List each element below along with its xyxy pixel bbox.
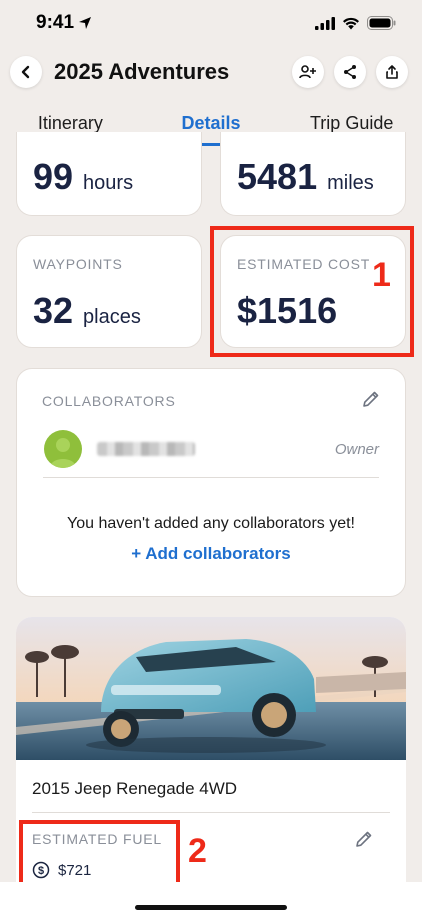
back-button[interactable] (10, 56, 42, 88)
miles-number: 5481 (237, 156, 318, 197)
add-collaborators-link[interactable]: + Add collaborators (17, 544, 405, 564)
collaborators-divider (43, 477, 379, 478)
waypoints-card: WAYPOINTS 32 places (16, 235, 202, 348)
miles-card: 5481 miles (220, 132, 406, 216)
home-indicator (135, 905, 287, 910)
annotation-number-1: 1 (372, 256, 391, 294)
avatar (44, 430, 82, 468)
add-person-icon (299, 65, 316, 79)
collaborators-label: COLLABORATORS (42, 393, 176, 409)
export-button[interactable] (376, 56, 408, 88)
share-button[interactable] (334, 56, 366, 88)
location-arrow-icon (79, 17, 92, 29)
pencil-icon (363, 391, 379, 407)
hours-unit: hours (83, 172, 134, 194)
app-header: 2025 Adventures (0, 46, 422, 98)
edit-collaborators-button[interactable] (361, 389, 381, 414)
share-nodes-icon (344, 65, 356, 79)
bottom-safe-area (0, 882, 422, 916)
empty-collaborators-message: You haven't added any collaborators yet! (67, 515, 355, 532)
owner-role-label: Owner (334, 441, 379, 458)
page-title: 2025 Adventures (54, 59, 230, 84)
annotation-number-2: 2 (188, 832, 207, 870)
person-silhouette-icon (50, 438, 76, 468)
miles-unit: miles (327, 172, 374, 194)
status-bar: 9:41 (0, 0, 422, 46)
vehicle-divider (32, 812, 390, 813)
hours-number: 99 (33, 156, 74, 197)
waypoints-label: WAYPOINTS (33, 256, 123, 272)
time-text: 9:41 (36, 12, 75, 33)
chevron-left-icon (21, 65, 30, 79)
collaborators-card: COLLABORATORS Owner You haven't added an… (16, 368, 406, 597)
redacted-collaborator-name (97, 442, 195, 456)
vehicle-image (16, 617, 406, 760)
waypoints-value: 32 places (33, 290, 141, 332)
waypoints-unit: places (83, 306, 141, 328)
cellular-signal-icon (315, 16, 335, 30)
edit-vehicle-button[interactable] (354, 829, 374, 854)
hours-value: 99 hours (33, 156, 133, 198)
hours-card: 99 hours (16, 132, 202, 216)
wifi-icon (343, 17, 359, 29)
pencil-icon (356, 831, 372, 847)
vehicle-name: 2015 Jeep Renegade 4WD (32, 779, 238, 798)
add-person-button[interactable] (292, 56, 324, 88)
battery-icon (367, 16, 396, 30)
miles-value: 5481 miles (237, 156, 374, 198)
annotation-box-2 (19, 820, 180, 890)
status-time: 9:41 (36, 12, 92, 34)
vehicle-photo (16, 617, 406, 760)
upload-icon (386, 65, 398, 79)
waypoints-number: 32 (33, 290, 74, 331)
